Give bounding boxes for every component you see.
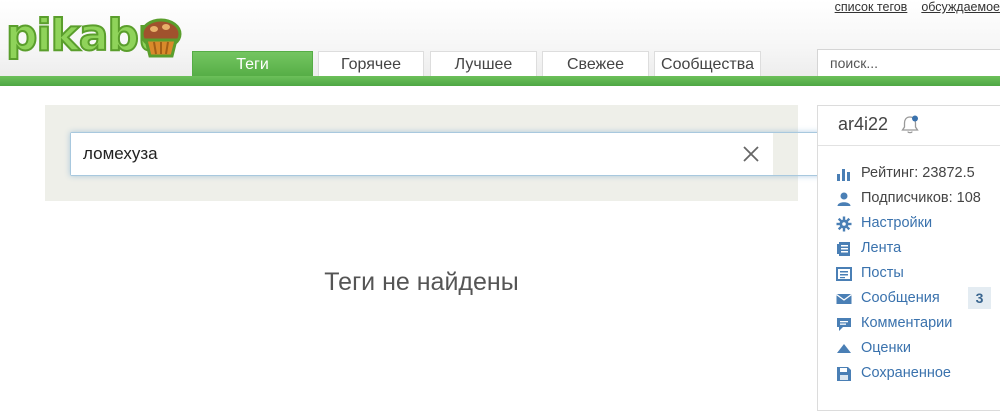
top-links: список тегов обсуждаемое bbox=[821, 0, 1000, 14]
floppy-icon bbox=[837, 367, 851, 381]
envelope-icon bbox=[836, 293, 852, 304]
tab-tags[interactable]: Теги bbox=[192, 51, 313, 77]
close-icon[interactable] bbox=[739, 142, 763, 166]
header: pikabu список тегов обсуждаемое Теги Горя… bbox=[0, 0, 1000, 86]
user-icon bbox=[837, 192, 851, 206]
username[interactable]: ar4i22 bbox=[838, 114, 888, 135]
messages-count-badge[interactable]: 3 bbox=[968, 287, 991, 309]
comment-icon bbox=[837, 318, 851, 331]
bar-chart-icon bbox=[837, 169, 850, 181]
gear-icon bbox=[836, 216, 852, 232]
sidebar-header: ar4i22 bbox=[818, 106, 1000, 146]
cupcake-icon bbox=[140, 18, 182, 58]
triangle-up-icon bbox=[837, 344, 851, 353]
posts-icon bbox=[836, 267, 852, 281]
tag-list-link[interactable]: список тегов bbox=[835, 0, 908, 14]
sidebar-item-label: Посты bbox=[861, 265, 904, 281]
bell-icon[interactable] bbox=[900, 114, 920, 136]
tag-search-field bbox=[70, 132, 831, 176]
search-input[interactable] bbox=[818, 50, 1000, 76]
sidebar-item-label: Настройки bbox=[861, 215, 933, 231]
sidebar-item-label: Подписчиков: 108 bbox=[861, 190, 981, 206]
tag-search-inner bbox=[71, 133, 773, 175]
sidebar-item-label: Лента bbox=[861, 240, 902, 256]
sidebar-item-label: Сообщения bbox=[861, 290, 940, 306]
tab-hot[interactable]: Горячее bbox=[318, 51, 424, 77]
sidebar-item-label: Оценки bbox=[861, 340, 911, 356]
sidebar-item-label: Сохраненное bbox=[861, 365, 951, 381]
discussed-link[interactable]: обсуждаемое bbox=[921, 0, 1000, 14]
tab-communities[interactable]: Сообщества bbox=[654, 51, 761, 77]
search-box bbox=[817, 49, 1000, 77]
header-green-bar bbox=[0, 76, 1000, 86]
feed-icon bbox=[837, 242, 850, 256]
user-sidebar: ar4i22 Рейтинг: 23872.5 Подписчиков: 108 bbox=[817, 105, 1000, 411]
sidebar-item-label: Рейтинг: 23872.5 bbox=[861, 165, 975, 181]
pikabu-logo[interactable]: pikabu bbox=[2, 8, 187, 66]
sidebar-item-label: Комментарии bbox=[861, 315, 953, 331]
tab-best[interactable]: Лучшее bbox=[430, 51, 537, 77]
tag-search-input[interactable] bbox=[83, 133, 733, 175]
no-tags-message: Теги не найдены bbox=[324, 268, 519, 296]
tab-fresh[interactable]: Свежее bbox=[542, 51, 649, 77]
